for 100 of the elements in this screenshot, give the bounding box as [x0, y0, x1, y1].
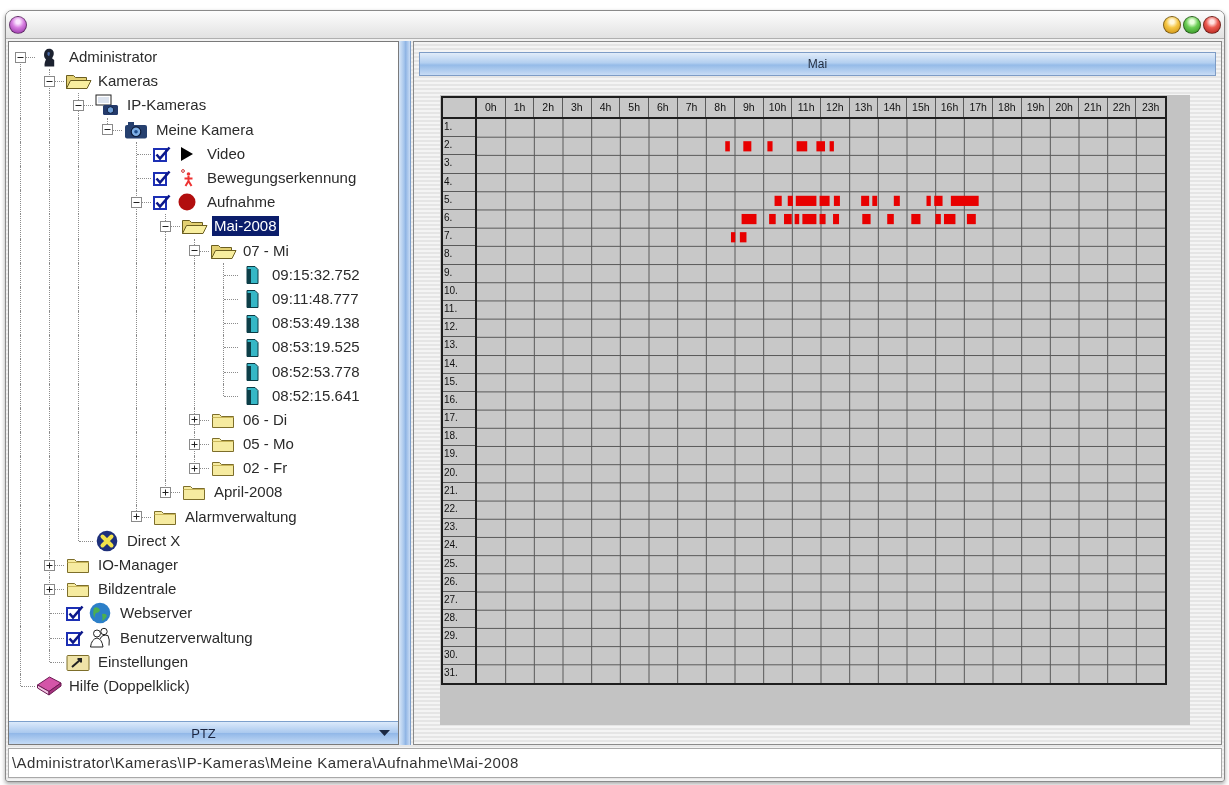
maximize-button[interactable] [1183, 15, 1201, 34]
day-label: 23. [443, 519, 475, 538]
day-label: 1. [443, 119, 475, 138]
plus-box-icon[interactable] [189, 414, 200, 426]
ptz-dropdown[interactable]: PTZ [9, 721, 398, 744]
recording-bar [819, 213, 826, 225]
day-label: 24. [443, 537, 475, 556]
day-label: 21. [443, 482, 475, 502]
minus-box-icon[interactable] [73, 99, 84, 111]
hour-header: 13h [849, 98, 879, 117]
tree-item[interactable]: Meine Kamera [154, 119, 256, 140]
checkbox[interactable] [153, 194, 171, 211]
tree-item[interactable]: Mai-2008 [212, 216, 279, 237]
recording-bar [769, 213, 776, 225]
folder-icon [66, 580, 90, 599]
recording-bar [887, 213, 894, 225]
day-label: 4. [443, 173, 475, 192]
day-label: 12. [443, 319, 475, 338]
folder-icon [66, 556, 90, 575]
hour-header: 10h [763, 98, 793, 117]
tree-item[interactable]: 08:53:49.138 [270, 313, 362, 334]
day-label: 9. [443, 264, 475, 283]
tree-item[interactable]: Bildzentrale [96, 579, 179, 600]
recording-bar [741, 213, 757, 225]
day-label: 11. [443, 300, 475, 320]
file-icon [245, 313, 259, 333]
tree-item[interactable]: IO-Manager [96, 555, 181, 576]
minus-box-icon[interactable] [15, 51, 26, 63]
recording-bar [944, 213, 956, 225]
tree-item[interactable]: Benutzerverwaltung [118, 627, 255, 648]
file-icon [245, 362, 259, 382]
hour-header: 2h [534, 98, 563, 117]
plus-box-icon[interactable] [44, 559, 55, 571]
window-menu-button[interactable] [9, 15, 27, 34]
day-label: 18. [443, 428, 475, 447]
recording-bar [833, 213, 840, 225]
tree-item[interactable]: 08:52:53.778 [270, 361, 362, 382]
tree-item[interactable]: April-2008 [212, 482, 285, 503]
checkbox[interactable] [153, 145, 171, 162]
tree-item[interactable]: Webserver [118, 603, 195, 624]
recording-bar [935, 213, 941, 225]
minus-box-icon[interactable] [189, 245, 200, 257]
hour-header: 22h [1107, 98, 1137, 117]
day-label: 16. [443, 391, 475, 411]
tree-item[interactable]: Einstellungen [96, 651, 191, 672]
tree-item[interactable]: 05 - Mo [241, 434, 296, 455]
hour-header: 4h [591, 98, 621, 117]
close-button[interactable] [1203, 15, 1221, 34]
minus-box-icon[interactable] [102, 124, 113, 136]
recording-bar [816, 141, 825, 152]
plus-box-icon[interactable] [189, 438, 200, 450]
tree-item[interactable]: IP-Kameras [125, 95, 209, 116]
recording-bar [787, 195, 793, 206]
hour-header: 23h [1140, 100, 1161, 115]
hour-header: 12h [821, 98, 850, 117]
tree-item[interactable]: Hilfe (Doppelklick) [67, 675, 192, 696]
day-label: 10. [443, 282, 475, 301]
day-label: 27. [443, 592, 475, 611]
day-label: 30. [443, 646, 475, 665]
day-label: 15. [443, 373, 475, 392]
camera-icon [124, 120, 148, 139]
recording-bar [911, 213, 921, 225]
recording-bar [819, 195, 830, 206]
tree-item[interactable]: 06 - Di [241, 409, 290, 430]
checkbox[interactable] [153, 170, 171, 187]
file-icon [245, 265, 259, 285]
tree-item[interactable]: Bewegungserkennung [205, 168, 359, 189]
tree-item[interactable]: Alarmverwaltung [183, 506, 299, 527]
hour-header: 3h [563, 98, 592, 117]
checkbox[interactable] [66, 605, 84, 622]
minus-box-icon[interactable] [160, 220, 171, 232]
tree-item[interactable]: Kameras [96, 71, 161, 92]
tree-item[interactable]: Aufnahme [205, 192, 278, 213]
tree-item[interactable]: 07 - Mi [241, 240, 291, 261]
day-label: 19. [443, 446, 475, 465]
plus-box-icon[interactable] [160, 486, 171, 498]
tree-item[interactable]: 02 - Fr [241, 458, 290, 479]
tree-item[interactable]: Direct X [125, 530, 183, 551]
recording-bar [743, 141, 752, 152]
file-icon [245, 386, 259, 406]
day-label: 28. [443, 610, 475, 629]
plus-box-icon[interactable] [189, 462, 200, 474]
hour-header: 15h [907, 98, 936, 117]
checkbox[interactable] [66, 629, 84, 646]
tree-item[interactable]: 08:53:19.525 [270, 337, 362, 358]
plus-box-icon[interactable] [131, 511, 142, 523]
hour-header: 17h [964, 98, 993, 117]
tree-item[interactable]: 09:15:32.752 [270, 264, 362, 285]
tree-item[interactable]: 08:52:15.641 [270, 385, 362, 406]
splitter-handle[interactable] [399, 41, 411, 745]
book-icon [36, 675, 62, 697]
hour-header: 1h [505, 98, 535, 117]
tree-item[interactable]: 09:11:48.777 [270, 288, 361, 309]
hour-header: 19h [1021, 98, 1051, 117]
tree-item[interactable]: Administrator [67, 47, 160, 68]
minus-box-icon[interactable] [131, 196, 142, 208]
minus-box-icon[interactable] [44, 75, 55, 87]
plus-box-icon[interactable] [44, 583, 55, 595]
minimize-button[interactable] [1163, 15, 1181, 34]
tree-item[interactable]: Video [205, 143, 248, 164]
